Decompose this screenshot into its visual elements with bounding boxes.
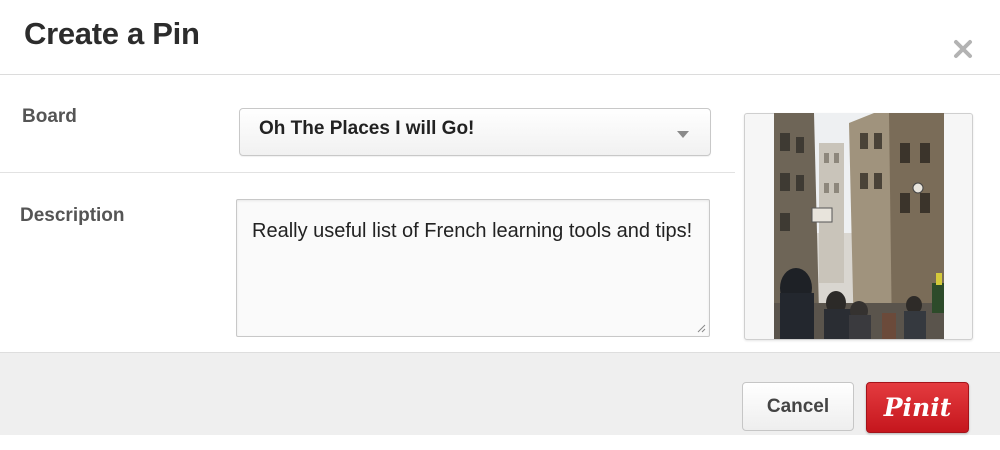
cancel-button[interactable]: Cancel <box>742 382 854 431</box>
description-text: Really useful list of French learning to… <box>252 220 693 242</box>
board-select[interactable]: Oh The Places I will Go! <box>239 108 711 156</box>
create-pin-dialog: Create a Pin Board Oh The Places I will … <box>0 0 1000 450</box>
form-divider <box>0 172 735 173</box>
board-label: Board <box>22 106 77 127</box>
board-select-value: Oh The Places I will Go! <box>259 118 475 139</box>
resize-grip-icon[interactable] <box>696 323 706 333</box>
dialog-title: Create a Pin <box>24 16 200 51</box>
close-icon[interactable] <box>950 34 976 64</box>
description-textarea[interactable]: Really useful list of French learning to… <box>236 199 710 337</box>
pin-it-button[interactable]: Pinit <box>866 382 969 433</box>
pin-image <box>774 113 944 339</box>
dialog-header: Create a Pin <box>0 0 1000 75</box>
chevron-down-icon <box>677 131 689 138</box>
description-label: Description <box>20 205 125 226</box>
